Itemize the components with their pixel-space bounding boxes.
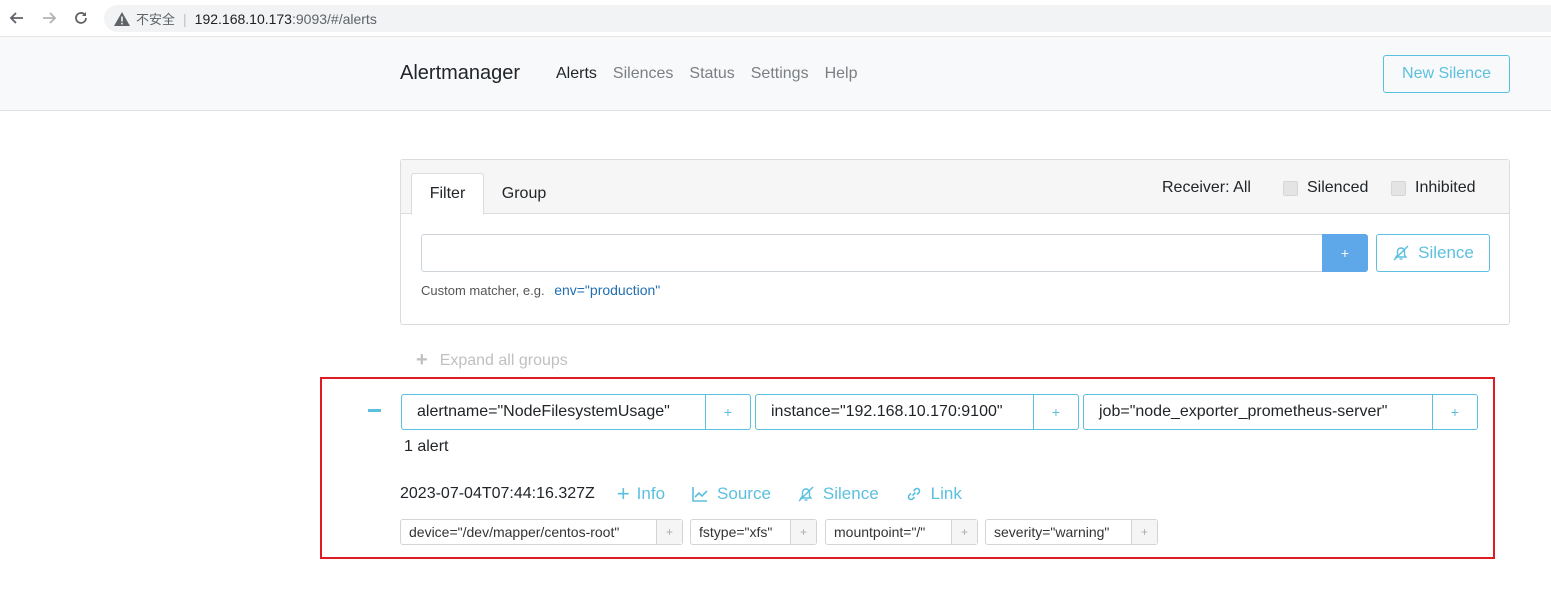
alert-label-text[interactable]: fstype="xfs"	[691, 520, 790, 544]
add-group-label-button[interactable]: +	[1432, 395, 1477, 429]
group-label-instance: instance="192.168.10.170:9100" +	[755, 394, 1079, 430]
inhibited-label: Inhibited	[1415, 179, 1476, 196]
inhibited-checkbox[interactable]: Inhibited	[1391, 179, 1476, 197]
tab-group[interactable]: Group	[491, 173, 557, 215]
app-navbar: Alertmanager Alerts Silences Status Sett…	[0, 37, 1551, 111]
group-label-text[interactable]: alertname="NodeFilesystemUsage"	[402, 395, 705, 429]
forward-arrow-icon[interactable]	[38, 7, 60, 29]
alert-count: 1 alert	[404, 438, 449, 455]
group-label-text[interactable]: instance="192.168.10.170:9100"	[756, 395, 1033, 429]
collapse-minus-icon[interactable]	[368, 409, 381, 412]
url-separator: |	[183, 10, 187, 27]
source-label: Source	[717, 484, 771, 503]
nav-alerts[interactable]: Alerts	[556, 65, 597, 83]
alert-timestamp: 2023-07-04T07:44:16.327Z	[400, 485, 595, 502]
nav-links: Alerts Silences Status Settings Help	[556, 65, 873, 83]
bell-slash-icon	[1393, 245, 1409, 261]
checkbox-box[interactable]	[1391, 180, 1406, 196]
add-group-label-button[interactable]: +	[705, 395, 750, 429]
url-path: :9093/#/alerts	[291, 10, 377, 27]
link-icon	[907, 487, 920, 501]
group-label-alertname: alertname="NodeFilesystemUsage" +	[401, 394, 751, 430]
url-host: 192.168.10.173	[194, 10, 292, 27]
add-filter-button[interactable]: +	[1322, 234, 1368, 272]
silence-filter-label: Silence	[1418, 243, 1474, 262]
add-alert-label-button[interactable]: +	[951, 520, 977, 544]
source-button[interactable]: Source	[691, 484, 771, 504]
browser-toolbar: 不安全 | 192.168.10.173 :9093/#/alerts	[0, 0, 1551, 37]
matcher-hint: Custom matcher, e.g. env="production"	[421, 282, 660, 298]
expand-all-label: Expand all groups	[439, 351, 568, 369]
silence-alert-button[interactable]: Silence	[797, 484, 879, 504]
expand-all-groups[interactable]: + Expand all groups	[416, 349, 568, 372]
nav-status[interactable]: Status	[689, 65, 734, 83]
checkbox-box[interactable]	[1283, 180, 1298, 196]
add-group-label-button[interactable]: +	[1033, 395, 1078, 429]
hint-example: env="production"	[554, 282, 661, 298]
alert-label-fstype: fstype="xfs" +	[690, 519, 817, 545]
alert-label-severity: severity="warning" +	[985, 519, 1158, 545]
plus-icon: +	[616, 481, 630, 506]
silence-alert-label: Silence	[822, 484, 879, 503]
silenced-checkbox[interactable]: Silenced	[1283, 179, 1368, 197]
brand-title[interactable]: Alertmanager	[400, 62, 520, 85]
tab-filter[interactable]: Filter	[411, 173, 484, 215]
bell-slash-icon	[798, 486, 814, 502]
hint-text: Custom matcher, e.g.	[421, 283, 545, 298]
add-alert-label-button[interactable]: +	[1131, 520, 1157, 544]
insecure-label: 不安全	[136, 12, 176, 27]
new-silence-button[interactable]: New Silence	[1383, 55, 1510, 93]
info-button[interactable]: + Info	[617, 483, 665, 505]
chart-line-icon	[692, 487, 708, 502]
plus-icon: +	[416, 349, 428, 371]
add-alert-label-button[interactable]: +	[656, 520, 682, 544]
nav-silences[interactable]: Silences	[613, 65, 673, 83]
receiver-selector[interactable]: Receiver: All	[1162, 179, 1251, 197]
alert-label-device: device="/dev/mapper/centos-root" +	[400, 519, 683, 545]
reload-icon[interactable]	[70, 7, 92, 29]
add-alert-label-button[interactable]: +	[790, 520, 816, 544]
alert-row: 2023-07-04T07:44:16.327Z + Info Source S…	[400, 483, 988, 505]
group-label-text[interactable]: job="node_exporter_prometheus-server"	[1084, 395, 1432, 429]
alert-label-text[interactable]: device="/dev/mapper/centos-root"	[401, 520, 656, 544]
link-button[interactable]: Link	[905, 484, 962, 504]
warning-icon	[114, 11, 130, 26]
silence-filter-button[interactable]: Silence	[1376, 234, 1490, 272]
nav-settings[interactable]: Settings	[751, 65, 809, 83]
filter-input[interactable]	[421, 234, 1323, 272]
alert-label-text[interactable]: severity="warning"	[986, 520, 1131, 544]
info-label: Info	[636, 484, 666, 503]
address-bar[interactable]: 不安全 | 192.168.10.173 :9093/#/alerts	[104, 5, 1551, 32]
group-label-job: job="node_exporter_prometheus-server" +	[1083, 394, 1478, 430]
nav-help[interactable]: Help	[825, 65, 858, 83]
back-arrow-icon[interactable]	[6, 7, 28, 29]
alert-label-mountpoint: mountpoint="/" +	[825, 519, 978, 545]
filter-card-header: Filter Group Receiver: All Silenced Inhi…	[401, 160, 1509, 215]
alert-label-text[interactable]: mountpoint="/"	[826, 520, 951, 544]
filter-card: Filter Group Receiver: All Silenced Inhi…	[400, 159, 1510, 325]
silenced-label: Silenced	[1307, 179, 1369, 196]
link-label: Link	[930, 484, 962, 503]
